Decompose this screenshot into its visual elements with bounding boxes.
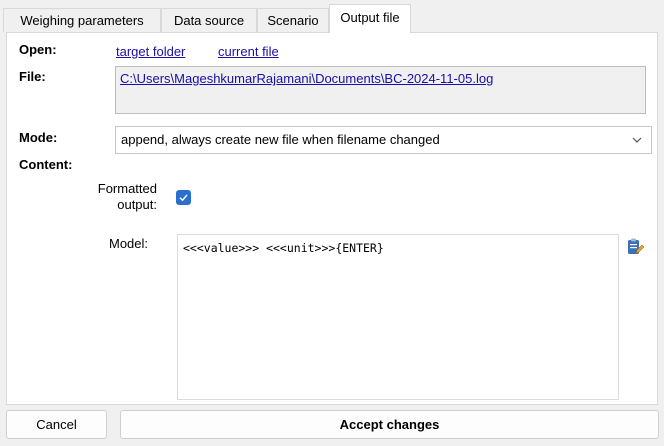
open-label: Open:: [19, 42, 57, 57]
tab-bar: Weighing parameters Data source Scenario…: [0, 0, 664, 33]
mode-selected-value: append, always create new file when file…: [121, 132, 440, 147]
chevron-down-icon: [632, 137, 642, 143]
formatted-label-line2: output:: [117, 197, 157, 212]
current-file-link[interactable]: current file: [218, 44, 279, 59]
content-label: Content:: [19, 157, 73, 172]
formatted-output-checkbox[interactable]: [176, 190, 191, 205]
tab-weighing-parameters[interactable]: Weighing parameters: [3, 8, 161, 32]
file-path-link[interactable]: C:\Users\MageshkumarRajamani\Documents\B…: [120, 71, 493, 86]
file-path-box: C:\Users\MageshkumarRajamani\Documents\B…: [115, 66, 646, 114]
cancel-button[interactable]: Cancel: [6, 410, 107, 439]
output-file-panel: Open: target folder current file File: C…: [6, 32, 658, 405]
target-folder-link[interactable]: target folder: [116, 44, 185, 59]
tab-data-source[interactable]: Data source: [161, 8, 257, 32]
formatted-label-line1: Formatted: [97, 181, 157, 196]
formatted-output-label: Formatted output:: [67, 181, 157, 213]
model-label: Model:: [109, 236, 149, 251]
clipboard-edit-icon[interactable]: [625, 237, 645, 257]
file-label: File:: [19, 69, 46, 84]
accept-changes-button[interactable]: Accept changes: [120, 410, 659, 439]
mode-select[interactable]: append, always create new file when file…: [115, 126, 652, 154]
mode-label: Mode:: [19, 130, 58, 145]
tab-scenario[interactable]: Scenario: [257, 8, 329, 32]
checkmark-icon: [179, 194, 188, 202]
model-textarea[interactable]: <<<value>>> <<<unit>>>{ENTER}: [177, 234, 619, 400]
tab-output-file[interactable]: Output file: [329, 4, 411, 33]
